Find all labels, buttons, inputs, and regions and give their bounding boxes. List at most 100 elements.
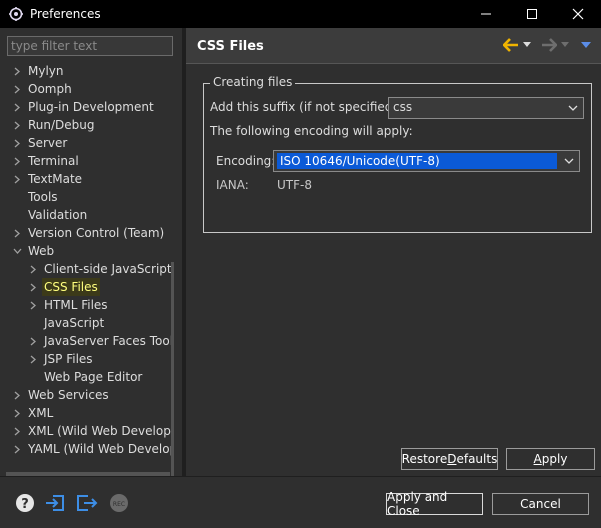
encoding-combo[interactable]: ISO 10646/Unicode(UTF-8) bbox=[273, 150, 580, 172]
back-arrow-icon[interactable] bbox=[503, 38, 519, 52]
apply-button[interactable]: Apply bbox=[506, 448, 595, 470]
restore-defaults-label-start: Restore bbox=[401, 452, 448, 466]
tree-item[interactable]: Validation bbox=[6, 206, 171, 224]
chevron-right-icon[interactable] bbox=[12, 440, 22, 458]
chevron-right-icon[interactable] bbox=[12, 386, 22, 404]
tree-item[interactable]: Tools bbox=[6, 188, 171, 206]
chevron-right-icon[interactable] bbox=[12, 98, 22, 116]
iana-value: UTF-8 bbox=[277, 178, 312, 192]
tree-item[interactable]: Oomph bbox=[6, 80, 171, 98]
close-button[interactable] bbox=[555, 0, 601, 28]
tree-item[interactable]: HTML Files bbox=[6, 296, 171, 314]
export-icon[interactable] bbox=[76, 492, 98, 514]
minimize-button[interactable] bbox=[463, 0, 509, 28]
tree-item-label: JSP Files bbox=[44, 352, 93, 366]
restore-defaults-button[interactable]: Restore Defaults bbox=[401, 448, 498, 470]
tree-item[interactable]: Terminal bbox=[6, 152, 171, 170]
tree-item-label: TextMate bbox=[28, 172, 83, 186]
tree-item[interactable]: Web bbox=[6, 242, 171, 260]
tree-item-label: Web Page Editor bbox=[44, 370, 143, 384]
tree-item[interactable]: Version Control (Team) bbox=[6, 224, 171, 242]
page-header: CSS Files bbox=[186, 28, 601, 64]
scrollbar-thumb[interactable] bbox=[171, 262, 174, 492]
apply-and-close-button[interactable]: Apply and Close bbox=[386, 490, 483, 518]
chevron-right-icon[interactable] bbox=[28, 260, 38, 278]
tree-item-label: Tools bbox=[28, 190, 58, 204]
dialog-footer: ? REC Apply and Close Cancel bbox=[0, 476, 601, 528]
tree-item-label: JavaServer Faces Tools bbox=[44, 334, 171, 348]
tree-item[interactable]: Web Services bbox=[6, 386, 171, 404]
suffix-combo[interactable]: css bbox=[388, 97, 584, 119]
apply-and-close-label: Apply and Close bbox=[387, 490, 448, 518]
tree-item[interactable]: Mylyn bbox=[6, 62, 171, 80]
cancel-button[interactable]: Cancel bbox=[492, 493, 589, 515]
tree-item-label: HTML Files bbox=[44, 298, 108, 312]
chevron-right-icon[interactable] bbox=[12, 422, 22, 440]
view-menu-icon[interactable] bbox=[581, 41, 591, 49]
chevron-right-icon[interactable] bbox=[12, 62, 22, 80]
preference-page: CSS Files Creating files Add this suffix… bbox=[186, 28, 601, 476]
chevron-right-icon[interactable] bbox=[12, 170, 22, 188]
tree-item[interactable]: CSS Files bbox=[6, 278, 171, 296]
tree-item-label: YAML (Wild Web Develop bbox=[28, 442, 171, 456]
chevron-right-icon[interactable] bbox=[12, 152, 22, 170]
import-icon[interactable] bbox=[45, 492, 67, 514]
forward-arrow-icon bbox=[541, 38, 557, 52]
tree-item-label: XML (Wild Web Develope bbox=[28, 424, 171, 438]
tree-item[interactable]: Server bbox=[6, 134, 171, 152]
tree-vertical-scrollbar[interactable] bbox=[171, 62, 175, 492]
chevron-down-icon[interactable] bbox=[567, 101, 579, 115]
tree-item-label: Web bbox=[28, 244, 55, 258]
tree-item[interactable]: Web Page Editor bbox=[6, 368, 171, 386]
help-icon[interactable]: ? bbox=[14, 492, 36, 514]
maximize-button[interactable] bbox=[509, 0, 555, 28]
page-title: CSS Files bbox=[197, 39, 264, 54]
preferences-navigation-pane: Mylyn Oomph Plug-in Development Run/Debug Se… bbox=[0, 28, 183, 492]
record-icon[interactable]: REC bbox=[108, 492, 130, 514]
suffix-label: Add this suffix (if not specified): bbox=[210, 100, 402, 114]
encoding-label: Encoding: bbox=[216, 154, 276, 168]
tree-item-label: XML bbox=[28, 406, 54, 420]
apply-label-end: pply bbox=[541, 452, 568, 466]
tree-item[interactable]: Run/Debug bbox=[6, 116, 171, 134]
chevron-down-icon[interactable] bbox=[12, 242, 22, 260]
tree-item-label: Version Control (Team) bbox=[28, 226, 165, 240]
chevron-right-icon[interactable] bbox=[28, 332, 38, 350]
tree-item[interactable]: TextMate bbox=[6, 170, 171, 188]
title-bar: Preferences bbox=[0, 0, 601, 28]
chevron-right-icon[interactable] bbox=[12, 80, 22, 98]
tree-item[interactable]: YAML (Wild Web Develop bbox=[6, 440, 171, 458]
tree-item[interactable]: Client-side JavaScript bbox=[6, 260, 171, 278]
chevron-right-icon[interactable] bbox=[12, 116, 22, 134]
tree-item[interactable]: Plug-in Development bbox=[6, 98, 171, 116]
tree-item-label: CSS Files bbox=[42, 278, 100, 296]
tree-item[interactable]: XML (Wild Web Develope bbox=[6, 422, 171, 440]
tree-item[interactable]: JavaScript bbox=[6, 314, 171, 332]
eclipse-app-icon bbox=[8, 6, 24, 22]
chevron-right-icon[interactable] bbox=[12, 404, 22, 422]
restore-defaults-label-end: efaults bbox=[456, 452, 498, 466]
tree-item-label: Run/Debug bbox=[28, 118, 95, 132]
chevron-right-icon[interactable] bbox=[12, 134, 22, 152]
apply-mnemonic: A bbox=[533, 452, 542, 466]
tree-item[interactable]: JavaServer Faces Tools bbox=[6, 332, 171, 350]
chevron-down-icon[interactable] bbox=[563, 154, 575, 168]
back-menu-chevron-icon[interactable] bbox=[523, 42, 531, 48]
cancel-label: Cancel bbox=[520, 497, 561, 511]
svg-text:?: ? bbox=[21, 497, 29, 512]
svg-text:REC: REC bbox=[113, 501, 125, 508]
tree-item-label: Validation bbox=[28, 208, 88, 222]
chevron-right-icon[interactable] bbox=[28, 296, 38, 314]
tree-item-label: Client-side JavaScript bbox=[44, 262, 171, 276]
chevron-right-icon[interactable] bbox=[28, 350, 38, 368]
tree-item[interactable]: XML bbox=[6, 404, 171, 422]
chevron-right-icon[interactable] bbox=[28, 278, 38, 296]
tree-item[interactable]: JSP Files bbox=[6, 350, 171, 368]
encoding-note: The following encoding will apply: bbox=[210, 124, 413, 138]
filter-input[interactable] bbox=[7, 36, 173, 56]
suffix-value: css bbox=[393, 100, 413, 114]
tree-item-label: Plug-in Development bbox=[28, 100, 154, 114]
restore-defaults-mnemonic: D bbox=[447, 452, 457, 466]
tree-item-label: Server bbox=[28, 136, 68, 150]
chevron-right-icon[interactable] bbox=[12, 224, 22, 242]
